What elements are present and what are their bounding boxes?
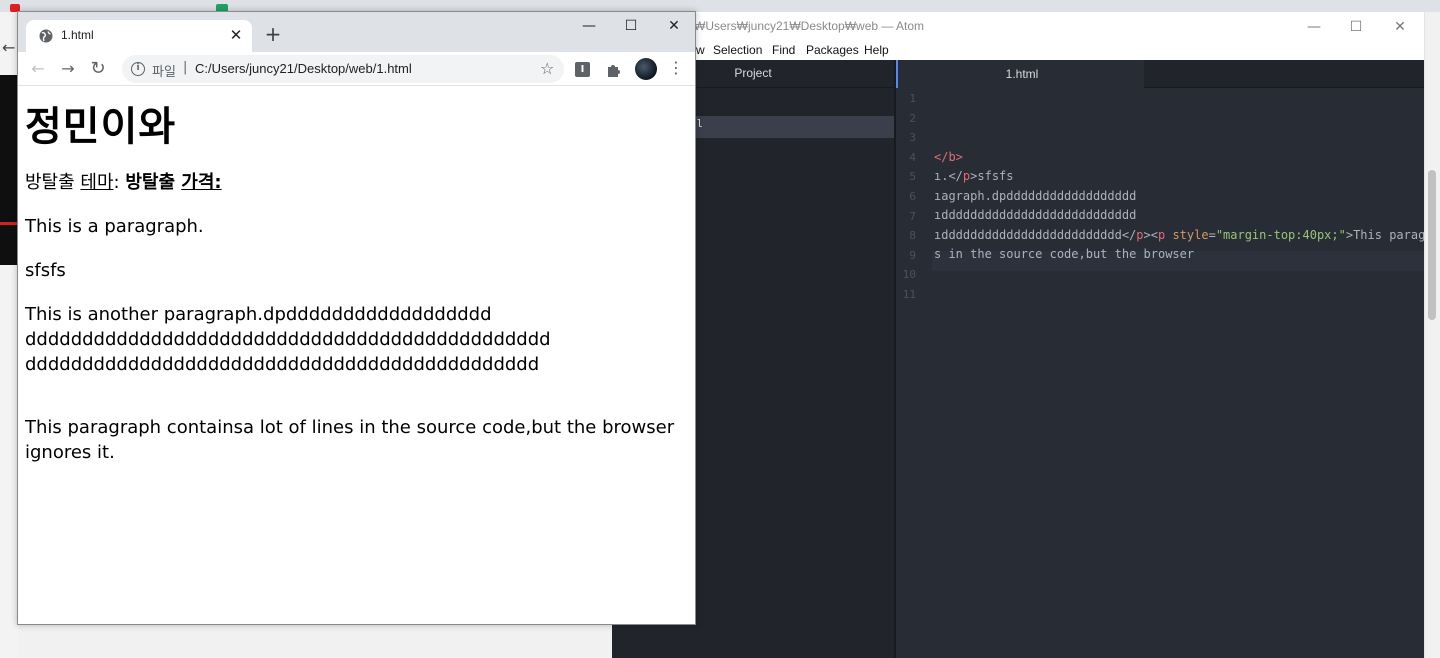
code-token: = <box>1208 228 1216 242</box>
code-line-5: ı.</p>sfsfs <box>934 169 1014 183</box>
address-separator: | <box>183 60 188 75</box>
background-window-edge-dark <box>0 75 18 265</box>
code-token: ıddddddddddddddddddddddddddd <box>934 208 1137 222</box>
address-scheme-label: 파일 <box>152 65 176 80</box>
line-number: 7 <box>909 210 916 223</box>
rendered-page: 정민이와 방탈출 테마: 방탈출 가격: This is a paragraph… <box>18 86 695 624</box>
atom-menubar: w Selection Find Packages Help <box>612 42 1424 60</box>
line-number: 6 <box>909 190 916 203</box>
code-line-8: ıddddddddddddddddddddddddd</p><p style="… <box>934 228 1424 242</box>
line-number-gutter: 1 2 3 4 5 6 7 8 9 10 11 <box>896 88 932 658</box>
chrome-toolbar: ← → ↻ i 파일 | C:/Users/juncy21/Desktop/we… <box>18 52 695 86</box>
forward-arrow-icon[interactable]: → <box>56 57 80 81</box>
background-accent-line <box>0 222 18 225</box>
chrome-close-button[interactable]: ✕ <box>653 12 695 40</box>
line-number: 4 <box>909 151 916 164</box>
address-url[interactable]: C:/Users/juncy21/Desktop/web/1.html <box>195 61 412 76</box>
code-token: >This paragra <box>1345 228 1424 242</box>
text-span: : <box>113 172 126 193</box>
address-bar[interactable]: i 파일 | C:/Users/juncy21/Desktop/web/1.ht… <box>122 55 564 83</box>
atom-close-button[interactable]: ✕ <box>1378 15 1422 39</box>
line-number: 9 <box>909 249 916 262</box>
paragraph-2: sfsfs <box>25 260 66 281</box>
background-scrollbar-thumb[interactable] <box>1428 170 1436 320</box>
browser-tab-title: 1.html <box>61 28 94 42</box>
reload-icon[interactable]: ↻ <box>86 57 110 81</box>
browser-tab-1-html[interactable]: 1.html ✕ <box>26 20 252 52</box>
paragraph-1: This is a paragraph. <box>25 216 204 237</box>
background-back-arrow-icon: ← <box>2 38 16 57</box>
code-line-7: ıddddddddddddddddddddddddddd <box>934 208 1136 222</box>
code-token: </b> <box>934 150 963 164</box>
menu-find[interactable]: Find <box>772 43 795 57</box>
line-number: 2 <box>909 112 916 125</box>
code-token: >< <box>1143 228 1158 242</box>
line-number: 10 <box>902 268 916 281</box>
bookmark-star-icon[interactable]: ☆ <box>540 59 554 78</box>
menu-selection[interactable]: Selection <box>713 43 762 57</box>
tab-label: 1.html <box>1005 67 1039 81</box>
line-number: 11 <box>902 288 916 301</box>
globe-icon <box>39 29 53 43</box>
tree-view-item-label: l <box>696 119 703 131</box>
code-token: ıddddddddddddddddddddddddd</ <box>934 228 1137 242</box>
bold-underlined-text: 가격: <box>181 172 222 193</box>
close-tab-icon[interactable]: ✕ <box>226 25 246 45</box>
code-token: s in the source code,but the browser <box>934 247 1195 261</box>
bold-text: 방탈출 <box>125 172 182 193</box>
extension-icon[interactable]: I <box>575 62 590 77</box>
code-token: ıagraph.dpdddddddddddddddddd <box>934 189 1137 203</box>
text-span: 방탈출 <box>25 172 81 193</box>
tab-1-html[interactable]: 1.html <box>896 60 1144 88</box>
atom-maximize-button[interactable]: ☐ <box>1334 15 1378 39</box>
code-token: style <box>1165 228 1209 242</box>
code-line-9: s in the source code,but the browser <box>934 247 1194 261</box>
paragraph-3-line-2: dddddddddddddddddddddddddddddddddddddddd… <box>25 329 551 350</box>
code-token: p <box>1136 228 1144 242</box>
line-number: 8 <box>909 229 916 242</box>
paragraph-3-line-3: dddddddddddddddddddddddddddddddddddddddd… <box>25 354 540 375</box>
paragraph-4-line-1: This paragraph containsa lot of lines in… <box>25 417 675 438</box>
chrome-minimize-button[interactable]: — <box>568 12 610 40</box>
chrome-maximize-button[interactable]: ☐ <box>610 12 652 40</box>
paragraph-3-line-1: This is another paragraph.dpdddddddddddd… <box>25 304 492 325</box>
chrome-tab-strip: 1.html ✕ + — ☐ ✕ <box>18 12 695 52</box>
new-tab-button[interactable]: + <box>262 23 284 45</box>
atom-titlebar: ₩Users₩juncy21₩Desktop₩web — Atom — ☐ ✕ <box>612 12 1424 42</box>
chrome-window: 1.html ✕ + — ☐ ✕ ← → ↻ i 파일 | C:/Users/j… <box>17 11 696 625</box>
menu-find-label: Find <box>772 43 796 57</box>
background-window-area <box>18 624 612 658</box>
menu-packages-label: Packages <box>806 43 859 57</box>
page-heading: 정민이와 <box>25 104 177 150</box>
paragraph-theme-price: 방탈출 테마: 방탈출 가격: <box>25 170 222 195</box>
code-token: "margin-top:40px;" <box>1215 228 1346 242</box>
line-number: 3 <box>909 131 916 144</box>
code-line-4: </b> <box>934 150 963 164</box>
code-token: ı.</ <box>934 169 963 183</box>
line-number: 1 <box>909 92 916 105</box>
menu-help[interactable]: Help <box>864 43 889 57</box>
underlined-text: 테마 <box>80 172 114 193</box>
info-icon[interactable]: i <box>131 62 145 76</box>
code-token: >sfsfs <box>970 169 1014 183</box>
atom-window: ₩Users₩juncy21₩Desktop₩web — Atom — ☐ ✕ … <box>612 12 1424 658</box>
menu-packages[interactable]: Packages <box>806 43 859 57</box>
atom-minimize-button[interactable]: — <box>1292 15 1336 39</box>
more-menu-icon[interactable]: ⋮ <box>666 57 686 77</box>
code-line-6: ıagraph.dpdddddddddddddddddd <box>934 189 1136 203</box>
atom-window-title: ₩Users₩juncy21₩Desktop₩web — Atom <box>694 19 925 33</box>
line-number: 5 <box>909 170 916 183</box>
back-arrow-icon[interactable]: ← <box>26 57 50 81</box>
extensions-puzzle-icon[interactable] <box>605 61 623 79</box>
profile-avatar[interactable] <box>635 58 657 80</box>
menu-selection-label: Selection <box>713 43 763 57</box>
menu-help-label: Help <box>864 43 889 57</box>
code-editor[interactable]: 1 2 3 4 5 6 7 8 9 10 11 </b> ı.</p>sfsfs… <box>896 88 1424 658</box>
background-scrollbar[interactable] <box>1424 12 1440 658</box>
editor-tab-bar: 1.html <box>896 60 1424 88</box>
menu-view[interactable]: w <box>696 43 705 57</box>
paragraph-4-line-2: ignores it. <box>25 442 115 463</box>
